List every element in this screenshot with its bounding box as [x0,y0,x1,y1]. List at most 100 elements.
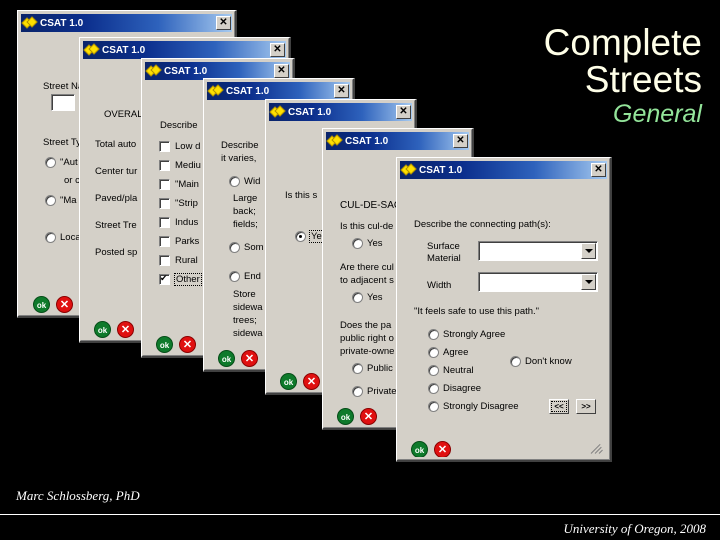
radio-label: End [244,271,261,282]
radio-main[interactable]: "Ma [45,195,77,206]
cancel-button[interactable]: ✕ [360,408,377,425]
note-b-line4: sidewa [233,328,263,339]
checkbox-other[interactable]: Other [159,273,202,286]
checkbox-low-density[interactable]: Low d [159,141,200,152]
close-icon[interactable]: ✕ [453,134,468,148]
ok-button[interactable]: ok [218,350,235,367]
label-paved-planting: Paved/pla [95,193,138,204]
slide-title-block: Complete Streets General [544,24,702,127]
cancel-button[interactable]: ✕ [117,321,134,338]
checkbox-medium-density[interactable]: Mediu [159,160,201,171]
checkbox-box-icon [159,160,170,171]
radio-bullet-icon [352,386,363,397]
label-or-c: or c [64,175,80,186]
next-button[interactable]: >> [576,399,596,414]
app-diamond-icon [400,163,417,177]
checkbox-industrial[interactable]: Indus [159,217,198,228]
label-surface-material-line2: Material [427,253,461,264]
window-frame: CSAT 1.0 ✕ Describe the connecting path(… [397,158,610,460]
note-a-line2: back; [233,206,256,217]
checkbox-label: Other [174,273,202,286]
titlebar[interactable]: CSAT 1.0 ✕ [269,103,412,121]
radio-bullet-icon [352,292,363,303]
note-a-line3: fields; [233,219,258,230]
ok-button[interactable]: ok [94,321,111,338]
ok-button[interactable]: ok [337,408,354,425]
radio-disagree[interactable]: Disagree [428,383,481,394]
checkbox-main-street[interactable]: "Main [159,179,199,190]
radio-agree[interactable]: Agree [428,347,468,358]
cancel-button[interactable]: ✕ [241,350,258,367]
radio-bullet-icon [229,242,240,253]
radio-q1-yes[interactable]: Yes [352,238,383,249]
close-icon[interactable]: ✕ [396,105,411,119]
checkbox-label: "Strip [175,198,198,209]
close-icon[interactable]: ✕ [591,163,606,177]
radio-private-owned[interactable]: Private- [352,386,400,397]
window-title: CSAT 1.0 [288,106,332,118]
close-icon[interactable]: ✕ [216,16,231,30]
label-total-auto: Total auto [95,139,137,150]
window-title: CSAT 1.0 [102,44,146,56]
ok-button[interactable]: ok [411,441,428,457]
cancel-button[interactable]: ✕ [303,373,320,390]
cancel-button[interactable]: ✕ [56,296,73,313]
label-width: Width [427,280,452,291]
ok-button[interactable]: ok [33,296,50,313]
checkbox-rural[interactable]: Rural [159,255,198,266]
chevron-down-icon[interactable] [581,243,596,259]
checkbox-strip[interactable]: "Strip [159,198,198,209]
close-icon[interactable]: ✕ [274,64,289,78]
checkbox-box-icon [159,141,170,152]
checkbox-label: Mediu [175,160,201,171]
chevron-down-icon[interactable] [581,274,596,290]
street-name-input[interactable] [51,94,75,111]
radio-q2-yes[interactable]: Yes [352,292,383,303]
surface-material-select[interactable] [478,241,598,261]
label-q3-line3: private-owne [340,346,395,357]
radio-strongly-disagree[interactable]: Strongly Disagree [428,401,519,412]
label-street-type: Street Ty [43,137,81,148]
radio-label: Loca [60,232,81,243]
page-subtitle: General [613,100,702,128]
ok-button[interactable]: ok [280,373,297,390]
radio-arterial[interactable]: "Aut [45,157,78,168]
window-connecting-path[interactable]: CSAT 1.0 ✕ Describe the connecting path(… [396,157,612,462]
close-icon[interactable]: ✕ [270,43,285,57]
radio-dont-know[interactable]: Don't know [510,356,572,367]
label-q3-line2: public right o [340,333,394,344]
radio-wide[interactable]: Wid [229,176,260,187]
titlebar[interactable]: CSAT 1.0 ✕ [326,132,469,150]
ok-button[interactable]: ok [156,336,173,353]
radio-strongly-agree[interactable]: Strongly Agree [428,329,505,340]
radio-enclosed[interactable]: End [229,271,261,282]
label-safety-statement: "It feels safe to use this path." [414,306,540,317]
titlebar[interactable]: CSAT 1.0 ✕ [400,161,607,179]
width-select[interactable] [478,272,598,292]
checkbox-label: Indus [175,217,199,228]
checkbox-label: Rural [175,255,198,266]
radio-public-row[interactable]: Public r [352,363,399,374]
radio-some[interactable]: Som [229,242,264,253]
titlebar[interactable]: CSAT 1.0 ✕ [207,82,350,100]
prev-button[interactable]: << [549,399,569,414]
app-diamond-icon [83,43,100,57]
radio-neutral[interactable]: Neutral [428,365,474,376]
titlebar[interactable]: CSAT 1.0 ✕ [21,14,232,32]
radio-yes[interactable]: Ye [295,230,324,243]
window-title: CSAT 1.0 [40,17,84,29]
radio-local[interactable]: Loca [45,232,81,243]
app-diamond-icon [145,64,162,78]
label-describe-path-prompt: Describe the connecting path(s): [414,219,551,230]
resize-grip-icon[interactable] [590,443,605,455]
radio-label: Disagree [443,383,482,394]
cancel-button[interactable]: ✕ [179,336,196,353]
titlebar[interactable]: CSAT 1.0 ✕ [83,41,286,59]
page-title-line1: Complete [543,22,702,63]
label-is-this-prompt: Is this s [285,190,318,201]
radio-bullet-icon [45,232,56,243]
close-icon[interactable]: ✕ [334,84,349,98]
checkbox-box-icon [159,198,170,209]
cancel-button[interactable]: ✕ [434,441,451,457]
checkbox-parks[interactable]: Parks [159,236,199,247]
